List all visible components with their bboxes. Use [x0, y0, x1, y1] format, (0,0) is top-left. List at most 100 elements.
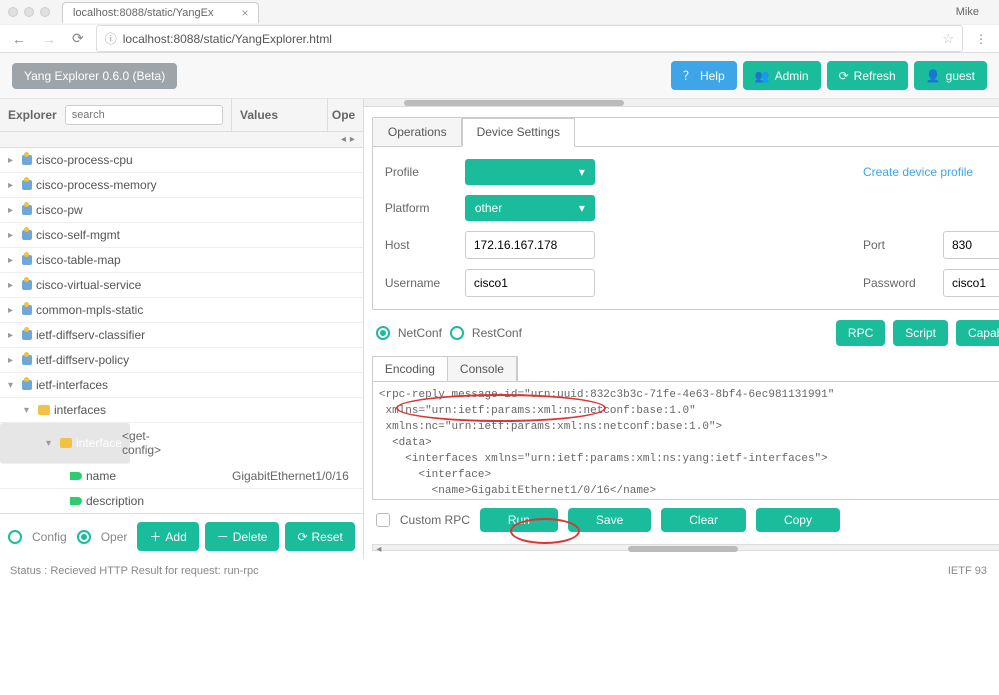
script-button[interactable]: Script	[893, 320, 948, 346]
tree-row[interactable]: ▾ietf-interfaces	[0, 373, 363, 398]
caret-icon[interactable]: ▸	[8, 180, 18, 191]
caret-icon[interactable]: ▾	[8, 380, 18, 391]
custom-rpc-checkbox[interactable]	[376, 513, 390, 527]
caret-icon[interactable]: ▸	[8, 230, 18, 241]
guest-button[interactable]: 👤guest	[914, 61, 987, 90]
tree-item-label: cisco-process-memory	[36, 178, 157, 192]
search-input[interactable]	[65, 105, 223, 125]
reload-icon[interactable]: ⟳	[68, 30, 88, 47]
help-button[interactable]: ？Help	[671, 61, 737, 90]
tab-encoding[interactable]: Encoding	[373, 357, 448, 381]
tree-row[interactable]: ▸ietf-diffserv-classifier	[0, 323, 363, 348]
caret-icon[interactable]: ▾	[46, 438, 56, 449]
rpc-button[interactable]: RPC	[836, 320, 885, 346]
explorer-label: Explorer	[8, 108, 57, 122]
tree-row[interactable]: ▾interfaces	[0, 398, 363, 423]
oper-radio[interactable]	[77, 530, 91, 544]
tree-row[interactable]: ▸cisco-pw	[0, 198, 363, 223]
profile-select[interactable]: ▾	[465, 159, 595, 185]
fold-icon	[60, 438, 72, 448]
tab-title: localhost:8088/static/YangEx	[73, 7, 213, 19]
config-radio[interactable]	[8, 530, 22, 544]
console-output[interactable]: <rpc-reply message-id="urn:uuid:832c3b3c…	[372, 381, 999, 500]
tree-row[interactable]: ▸ietf-diffserv-policy	[0, 348, 363, 373]
port-label: Port	[863, 238, 933, 252]
tree-item-value: <get-config>	[122, 429, 161, 457]
restconf-radio[interactable]	[450, 326, 464, 340]
leafg-icon	[70, 472, 82, 480]
tab-device-settings[interactable]: Device Settings	[462, 118, 575, 147]
capabilities-button[interactable]: Capabilities	[956, 320, 999, 346]
tree-row[interactable]: ▸common-mpls-static	[0, 298, 363, 323]
netconf-label: NetConf	[398, 326, 442, 340]
ietf-label: IETF 93	[948, 565, 987, 577]
mod-icon	[22, 205, 32, 215]
create-profile-link[interactable]: Create device profile	[863, 165, 999, 179]
tab-operations[interactable]: Operations	[373, 118, 462, 146]
center-panel: Operations Device Settings Profile ▾ Cre…	[364, 99, 999, 559]
tree-row[interactable]: ▸ cisco-process-memory	[0, 173, 363, 198]
back-icon[interactable]: ←	[8, 31, 30, 47]
close-icon[interactable]: ×	[241, 6, 248, 20]
browser-tab[interactable]: localhost:8088/static/YangEx ×	[62, 2, 259, 23]
tree-item-label: description	[86, 494, 144, 508]
mod-icon	[22, 230, 32, 240]
caret-icon[interactable]: ▸	[8, 255, 18, 266]
bookmark-icon[interactable]: ☆	[942, 31, 954, 47]
reset-icon: ⟳	[297, 530, 307, 544]
tree-item-label: name	[86, 469, 116, 483]
tree-row[interactable]: ▸cisco-process-cpu	[0, 148, 363, 173]
save-button[interactable]: Save	[568, 508, 651, 532]
caret-icon[interactable]: ▸	[8, 355, 18, 366]
caret-icon[interactable]: ▸	[8, 330, 18, 341]
tree-row[interactable]: ▸ cisco-table-map	[0, 248, 363, 273]
run-button[interactable]: Run	[480, 508, 558, 532]
mod-icon	[22, 305, 32, 315]
forward-icon: →	[38, 31, 60, 47]
port-input[interactable]	[943, 231, 999, 259]
h-scrollbar-top[interactable]	[364, 99, 999, 107]
chevron-down-icon: ▾	[579, 165, 585, 179]
status-text: Status : Recieved HTTP Result for reques…	[10, 565, 259, 577]
caret-icon[interactable]: ▸	[8, 155, 18, 166]
tree-item-label: cisco-table-map	[36, 253, 121, 267]
oper-label: Oper	[101, 530, 128, 544]
h-scrollbar-bottom[interactable]: ◂ ▸	[372, 544, 999, 551]
column-pager[interactable]: ◂▸	[0, 132, 363, 148]
refresh-button[interactable]: ⟳Refresh	[827, 61, 908, 90]
tree-row[interactable]: ▸cisco-self-mgmt	[0, 223, 363, 248]
host-input[interactable]	[465, 231, 595, 259]
password-input[interactable]	[943, 269, 999, 297]
info-icon[interactable]: ⓘ	[105, 30, 117, 47]
clear-button[interactable]: Clear	[661, 508, 746, 532]
admin-button[interactable]: 👥Admin	[743, 61, 821, 90]
tree-row[interactable]: ▾interface<get-config>	[0, 423, 130, 464]
tab-console[interactable]: Console	[448, 357, 517, 381]
platform-select[interactable]: other▾	[465, 195, 595, 221]
caret-icon[interactable]: ▸	[8, 205, 18, 216]
mod-icon	[22, 180, 32, 190]
mod-icon	[22, 255, 32, 265]
refresh-icon: ⟳	[839, 69, 849, 83]
netconf-radio[interactable]	[376, 326, 390, 340]
add-button[interactable]: ＋Add	[137, 522, 198, 551]
tree-row[interactable]: ▸ cisco-virtual-service	[0, 273, 363, 298]
tree-row[interactable]: nameGigabitEthernet1/0/16	[0, 464, 363, 489]
caret-icon[interactable]: ▸	[8, 305, 18, 316]
tree-row[interactable]: description	[0, 489, 363, 513]
tree-item-label: interface	[76, 436, 122, 450]
window-controls[interactable]	[8, 7, 50, 17]
password-label: Password	[863, 276, 933, 290]
tree-item-label: cisco-virtual-service	[36, 278, 141, 292]
oper-header: Ope	[327, 99, 363, 131]
browser-user: Mike	[956, 6, 991, 18]
reset-button[interactable]: ⟳Reset	[285, 522, 354, 551]
copy-button[interactable]: Copy	[756, 508, 840, 532]
caret-icon[interactable]: ▸	[8, 280, 18, 291]
admin-icon: 👥	[755, 69, 770, 83]
username-input[interactable]	[465, 269, 595, 297]
url-bar[interactable]: ⓘ localhost:8088/static/YangExplorer.htm…	[96, 25, 963, 52]
menu-icon[interactable]: ⋮	[971, 32, 991, 46]
caret-icon[interactable]: ▾	[24, 405, 34, 416]
delete-button[interactable]: －Delete	[205, 522, 280, 551]
